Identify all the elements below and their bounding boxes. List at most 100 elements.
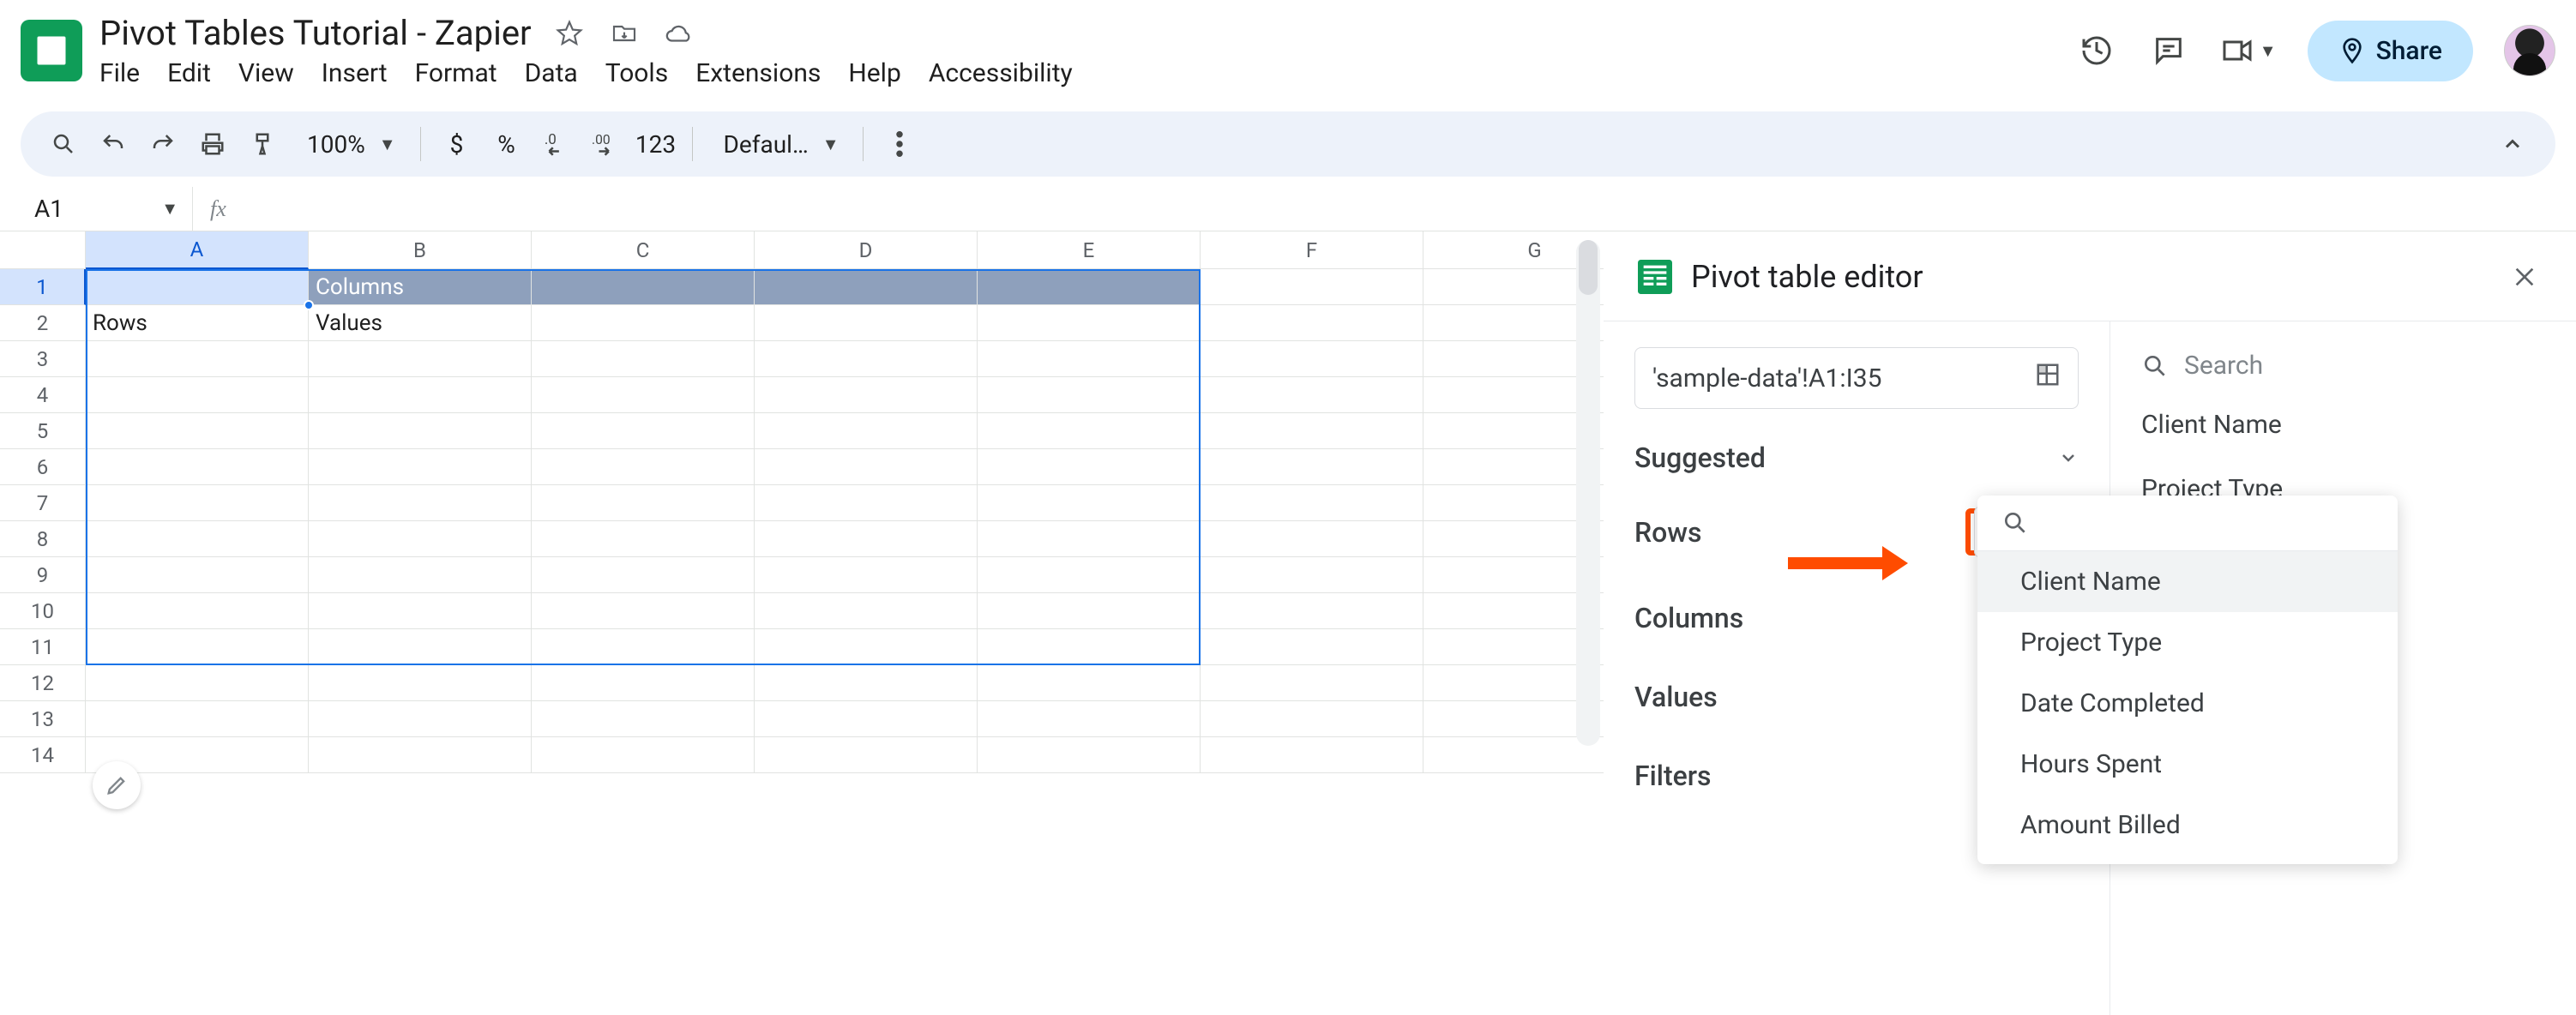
column-header[interactable]: D: [755, 231, 978, 269]
row-header[interactable]: 10: [0, 593, 86, 629]
cell[interactable]: [978, 449, 1201, 485]
row-header[interactable]: 7: [0, 485, 86, 521]
cell[interactable]: [755, 341, 978, 377]
cell[interactable]: [1201, 701, 1423, 737]
cell[interactable]: [1201, 449, 1423, 485]
cell[interactable]: [755, 521, 978, 557]
cell[interactable]: [309, 521, 532, 557]
row-header[interactable]: 14: [0, 737, 86, 773]
cell[interactable]: [532, 269, 755, 305]
menu-tools[interactable]: Tools: [605, 58, 668, 88]
formula-bar[interactable]: fx: [192, 187, 2555, 231]
cell[interactable]: [532, 377, 755, 413]
cell[interactable]: [309, 377, 532, 413]
account-avatar[interactable]: [2504, 25, 2555, 76]
cell[interactable]: [532, 629, 755, 665]
cell[interactable]: Values: [309, 305, 532, 341]
cell[interactable]: [532, 521, 755, 557]
cell[interactable]: [978, 557, 1201, 593]
edit-pencil-icon[interactable]: [93, 761, 141, 809]
spreadsheet-grid[interactable]: ABCDEFG1234567891011121314ColumnsRowsVal…: [0, 231, 1604, 1015]
comments-icon[interactable]: [2148, 30, 2189, 71]
cell[interactable]: [978, 701, 1201, 737]
cell[interactable]: [1201, 377, 1423, 413]
cell[interactable]: [755, 413, 978, 449]
column-header[interactable]: A: [86, 231, 309, 269]
column-header[interactable]: C: [532, 231, 755, 269]
cell[interactable]: [86, 557, 309, 593]
cell[interactable]: [755, 269, 978, 305]
row-header[interactable]: 13: [0, 701, 86, 737]
menu-format[interactable]: Format: [415, 58, 497, 88]
cell[interactable]: [309, 665, 532, 701]
cell[interactable]: [309, 449, 532, 485]
column-header[interactable]: B: [309, 231, 532, 269]
cell[interactable]: [532, 557, 755, 593]
cell[interactable]: [86, 629, 309, 665]
cell[interactable]: [755, 737, 978, 773]
cell[interactable]: [86, 341, 309, 377]
cell[interactable]: [978, 521, 1201, 557]
cell[interactable]: [978, 593, 1201, 629]
increase-decimal-icon[interactable]: .00: [584, 122, 629, 166]
cell[interactable]: [1201, 521, 1423, 557]
cell[interactable]: [1423, 737, 1604, 773]
row-header[interactable]: 1: [0, 269, 86, 305]
paint-format-icon[interactable]: [240, 122, 285, 166]
select-range-icon[interactable]: [2035, 362, 2061, 394]
cell[interactable]: [86, 449, 309, 485]
cell[interactable]: [309, 593, 532, 629]
menu-data[interactable]: Data: [525, 58, 578, 88]
cell[interactable]: [1201, 557, 1423, 593]
cell[interactable]: [978, 665, 1201, 701]
cell[interactable]: [532, 485, 755, 521]
cell[interactable]: [309, 485, 532, 521]
cell[interactable]: [532, 449, 755, 485]
popover-search[interactable]: [1977, 495, 2398, 551]
cell[interactable]: [309, 629, 532, 665]
cell[interactable]: [86, 665, 309, 701]
menu-extensions[interactable]: Extensions: [695, 58, 821, 88]
cell[interactable]: [532, 593, 755, 629]
cell[interactable]: [978, 269, 1201, 305]
cell[interactable]: [1201, 737, 1423, 773]
cell[interactable]: [755, 377, 978, 413]
cloud-status-icon[interactable]: [662, 16, 696, 51]
row-header[interactable]: 3: [0, 341, 86, 377]
row-header[interactable]: 2: [0, 305, 86, 341]
cell[interactable]: [309, 341, 532, 377]
row-header[interactable]: 12: [0, 665, 86, 701]
pivot-range-input[interactable]: 'sample-data'!A1:I35: [1634, 347, 2079, 409]
menu-help[interactable]: Help: [848, 58, 900, 88]
vertical-scrollbar[interactable]: [1576, 240, 1600, 746]
cell[interactable]: [978, 737, 1201, 773]
cell[interactable]: [1201, 305, 1423, 341]
cell[interactable]: [1201, 341, 1423, 377]
cell[interactable]: [755, 701, 978, 737]
menu-insert[interactable]: Insert: [322, 58, 388, 88]
cell[interactable]: [532, 665, 755, 701]
redo-icon[interactable]: [141, 122, 185, 166]
cell[interactable]: [86, 521, 309, 557]
cell[interactable]: [309, 701, 532, 737]
cell[interactable]: [978, 629, 1201, 665]
cell[interactable]: [86, 485, 309, 521]
row-header[interactable]: 4: [0, 377, 86, 413]
collapse-toolbar-icon[interactable]: [2490, 122, 2535, 166]
cell[interactable]: [532, 341, 755, 377]
cell[interactable]: [755, 305, 978, 341]
column-header[interactable]: F: [1201, 231, 1423, 269]
cell[interactable]: [532, 737, 755, 773]
row-header[interactable]: 9: [0, 557, 86, 593]
cell[interactable]: [1201, 485, 1423, 521]
menu-accessibility[interactable]: Accessibility: [929, 58, 1073, 88]
history-icon[interactable]: [2076, 30, 2117, 71]
menu-edit[interactable]: Edit: [167, 58, 211, 88]
popover-field-item[interactable]: Client Name: [1977, 551, 2398, 612]
cell[interactable]: [532, 413, 755, 449]
cell[interactable]: [532, 305, 755, 341]
print-icon[interactable]: [190, 122, 235, 166]
cell[interactable]: [86, 593, 309, 629]
cell[interactable]: [86, 413, 309, 449]
cell[interactable]: [755, 449, 978, 485]
